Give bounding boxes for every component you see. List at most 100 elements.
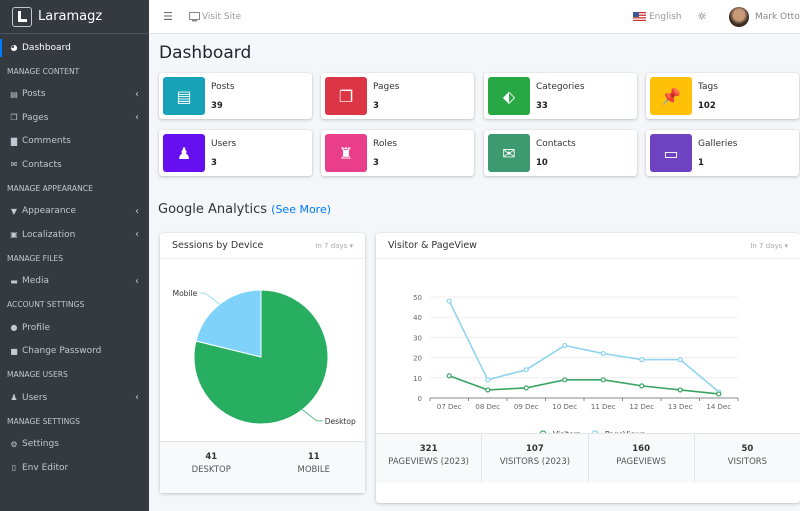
sidebar-item-comments[interactable]: ▇ Comments bbox=[0, 130, 149, 154]
avatar[interactable] bbox=[729, 6, 749, 27]
chevron-left-icon[interactable]: ‹ bbox=[135, 89, 139, 100]
data-point-pageviews bbox=[639, 357, 645, 363]
pie-label-mobile: Mobile bbox=[173, 289, 198, 298]
sidebar-nav: ◕ Dashboard MANAGE CONTENT ▤ Posts ‹ ❐ Pages ‹ ▇ C… bbox=[0, 34, 149, 480]
x-tick-label: 09 Dec bbox=[514, 403, 539, 411]
info-box-label: Posts bbox=[211, 82, 235, 92]
sidebar-item-pages[interactable]: ❐ Pages ‹ bbox=[0, 106, 149, 130]
info-box-pages[interactable]: ❐ Pages 3 bbox=[321, 73, 474, 119]
info-box-label: Roles bbox=[373, 139, 398, 149]
y-tick-label: 40 bbox=[413, 314, 422, 322]
book-icon: ▤ bbox=[163, 77, 205, 115]
data-point-pageviews bbox=[446, 298, 452, 304]
info-box-posts[interactable]: ▤ Posts 39 bbox=[159, 73, 312, 119]
language-icon: ▣ bbox=[10, 230, 18, 240]
data-point-visitors bbox=[562, 377, 568, 383]
sessions-range-dropdown[interactable]: In 7 days ▾ bbox=[315, 242, 353, 250]
hamburger-icon[interactable]: ☰ bbox=[163, 10, 173, 23]
chevron-left-icon[interactable]: ‹ bbox=[135, 112, 139, 123]
nav-header: MANAGE USERS bbox=[7, 370, 68, 379]
y-tick-label: 0 bbox=[418, 395, 422, 403]
file-icon: ▯ bbox=[11, 463, 17, 473]
visitors-stats: 321 PAGEVIEWS (2023) 107 VISITORS (2023) 1… bbox=[376, 433, 800, 483]
chevron-left-icon[interactable]: ‹ bbox=[135, 392, 139, 403]
info-box-value: 33 bbox=[536, 101, 548, 111]
sidebar-item-env-editor[interactable]: ▯ Env Editor bbox=[0, 456, 149, 480]
info-box-label: Galleries bbox=[698, 139, 738, 149]
sidebar-item-posts[interactable]: ▤ Posts ‹ bbox=[0, 83, 149, 107]
stat-pageviews-2023: 321 PAGEVIEWS (2023) bbox=[388, 444, 469, 467]
info-box-value: 3 bbox=[373, 158, 379, 168]
x-tick-label: 13 Dec bbox=[668, 403, 693, 411]
brand-name: Laramagz bbox=[38, 9, 103, 24]
sidebar-item-settings[interactable]: ⚙ Settings bbox=[0, 433, 149, 457]
sidebar-item-appearance[interactable]: ▼ Appearance ‹ bbox=[0, 200, 149, 224]
info-box-label: Pages bbox=[373, 82, 400, 92]
chevron-left-icon[interactable]: ‹ bbox=[135, 229, 139, 240]
nav-header: ACCOUNT SETTINGS bbox=[7, 300, 85, 309]
tags-icon: ⬖ bbox=[488, 77, 530, 115]
data-point-visitors bbox=[677, 387, 683, 393]
data-point-pageviews bbox=[523, 367, 529, 373]
info-box-contacts[interactable]: ✉ Contacts 10 bbox=[484, 130, 637, 176]
sessions-card-header: Sessions by Device In 7 days ▾ bbox=[160, 233, 365, 259]
info-box-label: Tags bbox=[698, 82, 718, 92]
sidebar-item-contacts[interactable]: ✉ Contacts bbox=[0, 153, 149, 177]
user-icon: ● bbox=[10, 323, 18, 333]
chevron-left-icon[interactable]: ‹ bbox=[135, 206, 139, 217]
language-selector[interactable]: English bbox=[633, 12, 682, 22]
brand[interactable]: Laramagz bbox=[0, 0, 149, 34]
data-point-pageviews bbox=[562, 342, 568, 349]
book-icon: ▤ bbox=[10, 89, 18, 99]
sidebar-item-users[interactable]: ♟ Users ‹ bbox=[0, 386, 149, 410]
sessions-stats: 41 DESKTOP 11 MOBILE bbox=[160, 441, 365, 493]
stat-visitors: 50 VISITORS bbox=[693, 434, 800, 483]
stat-mobile: 11 MOBILE bbox=[297, 452, 330, 475]
sidebar-item-profile[interactable]: ● Profile bbox=[0, 316, 149, 340]
sidebar-item-dashboard[interactable]: ◕ Dashboard bbox=[0, 36, 149, 60]
sidebar-item-change-password[interactable]: ■ Change Password bbox=[0, 340, 149, 364]
sidebar-item-media[interactable]: ▬ Media ‹ bbox=[0, 270, 149, 294]
us-flag-icon bbox=[633, 12, 646, 21]
x-tick-label: 11 Dec bbox=[591, 403, 616, 411]
info-box-users[interactable]: ♟ Users 3 bbox=[159, 130, 312, 176]
pie-label-desktop: Desktop bbox=[325, 417, 356, 426]
nav-header: MANAGE SETTINGS bbox=[7, 416, 80, 426]
theme-toggle-sun-icon[interactable]: ☼ bbox=[697, 10, 707, 23]
data-point-visitors bbox=[446, 373, 452, 379]
data-point-pageviews bbox=[600, 350, 606, 357]
visit-site-link[interactable]: Visit Site bbox=[188, 11, 241, 22]
sessions-pie-chart: Desktop Mobile bbox=[173, 289, 356, 426]
analytics-title: Google Analytics (See More) bbox=[158, 202, 332, 217]
y-tick-label: 20 bbox=[413, 355, 422, 363]
nav-header: MANAGE CONTENT bbox=[7, 66, 80, 76]
copy-icon: ❐ bbox=[10, 113, 18, 123]
info-box-galleries[interactable]: ▭ Galleries 1 bbox=[646, 130, 799, 176]
info-box-value: 39 bbox=[211, 101, 223, 111]
info-box-roles[interactable]: ♜ Roles 3 bbox=[321, 130, 474, 176]
paint-roller-icon: ▼ bbox=[10, 206, 18, 216]
pie-label-line bbox=[199, 292, 220, 305]
info-box-categories[interactable]: ⬖ Categories 33 bbox=[484, 73, 637, 119]
see-more-link[interactable]: (See More) bbox=[271, 203, 331, 216]
user-name[interactable]: Mark Otto bbox=[755, 12, 800, 22]
sidebar-item-localization[interactable]: ▣ Localization ‹ bbox=[0, 223, 149, 247]
user-shield-icon: ♜ bbox=[325, 134, 367, 172]
visitors-range-dropdown[interactable]: In 7 days ▾ bbox=[750, 242, 788, 250]
stat-visitors-2023: 107 VISITORS (2023) bbox=[481, 434, 587, 483]
visitors-title: Visitor & PageView bbox=[388, 240, 477, 251]
tachometer-icon: ◕ bbox=[10, 43, 18, 53]
x-tick-label: 14 Dec bbox=[706, 403, 731, 411]
chevron-left-icon[interactable]: ‹ bbox=[135, 276, 139, 287]
info-box-value: 3 bbox=[373, 101, 379, 111]
users-icon: ♟ bbox=[163, 134, 205, 172]
nav-header: MANAGE APPEARANCE bbox=[7, 183, 93, 193]
visitor-pageview-chart: 0 10 20 30 40 50 07 Dec 08 Dec 09 Dec 10 Dec 11 De… bbox=[413, 294, 739, 439]
sessions-card: Sessions by Device In 7 days ▾ Desktop Mo… bbox=[160, 233, 365, 493]
info-box-label: Users bbox=[211, 139, 237, 149]
thumbtack-icon: 📌 bbox=[650, 77, 692, 115]
sessions-title: Sessions by Device bbox=[172, 240, 264, 251]
info-box-tags[interactable]: 📌 Tags 102 bbox=[646, 73, 799, 119]
data-point-visitors bbox=[716, 391, 722, 397]
visitors-card: Visitor & PageView In 7 days ▾ 0 10 20 30 40… bbox=[376, 233, 800, 503]
